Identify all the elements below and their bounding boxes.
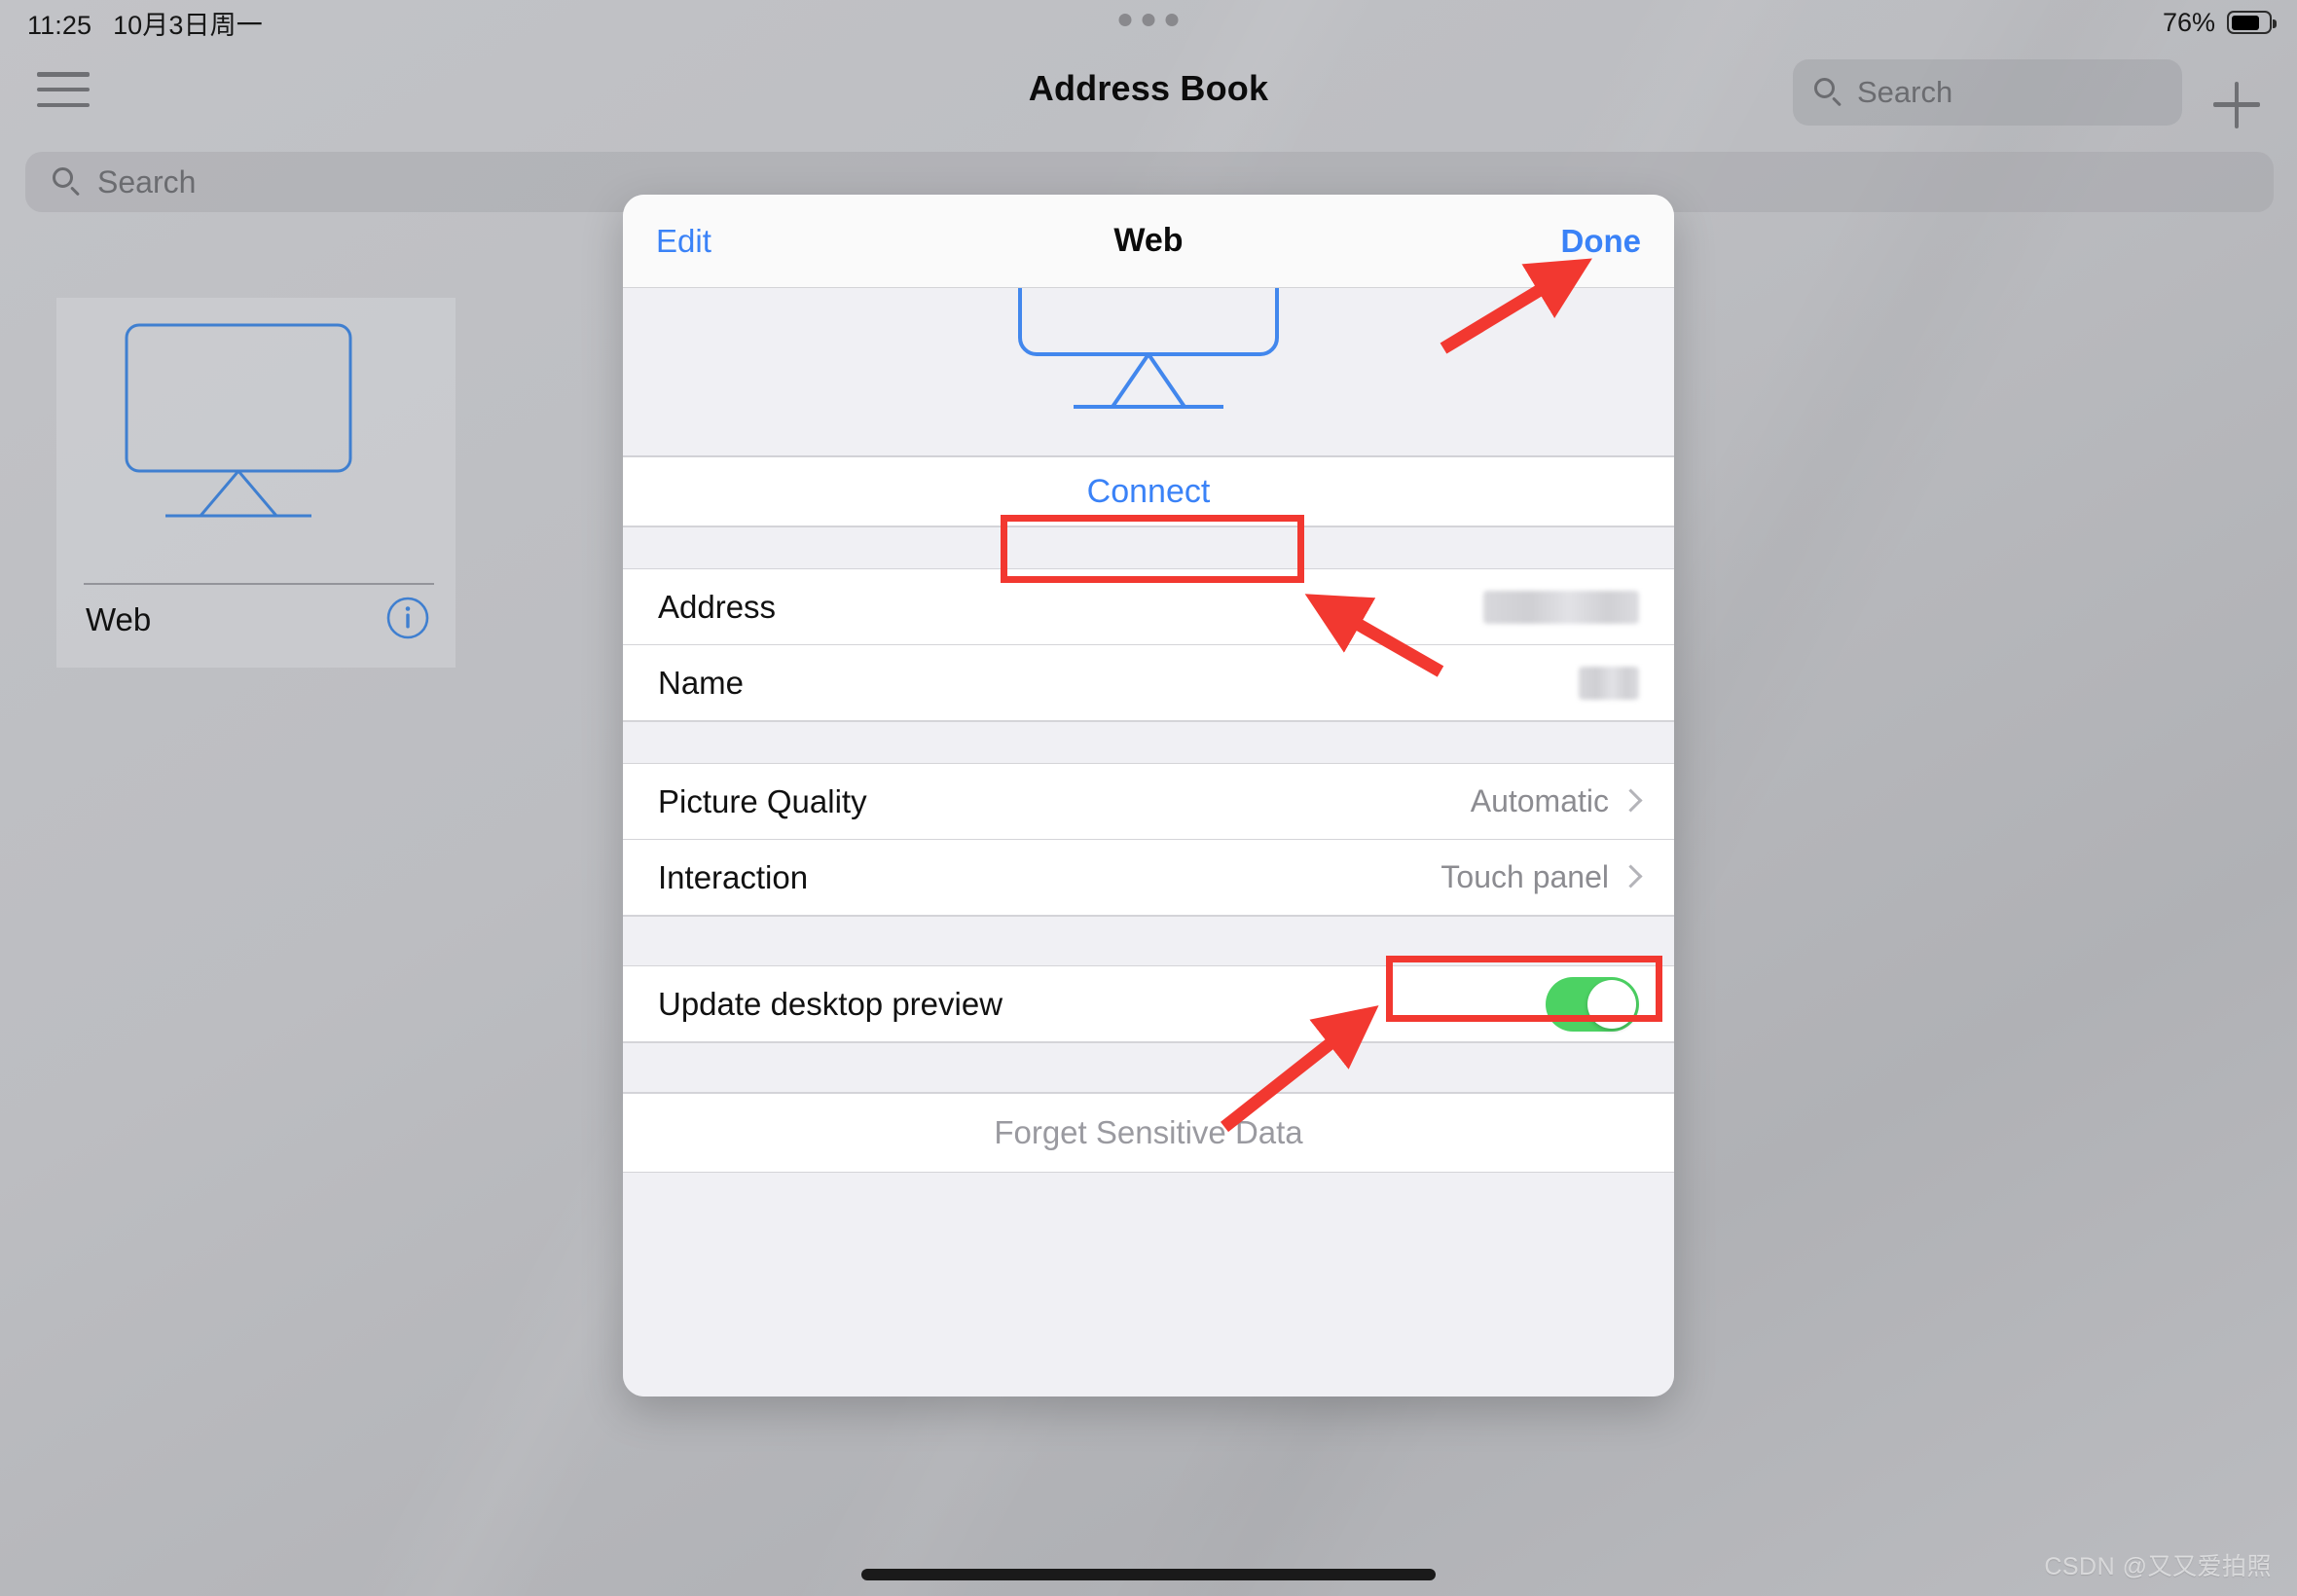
edit-button[interactable]: Edit <box>656 223 711 260</box>
modal-body: Connect Address Name Picture Quality Aut… <box>623 288 1674 1396</box>
interaction-value-group: Touch panel <box>1440 859 1643 895</box>
device-card-web[interactable]: Web <box>56 298 456 668</box>
plus-icon[interactable] <box>2213 82 2260 128</box>
name-label: Name <box>658 664 745 701</box>
search-placeholder: Search <box>97 163 197 200</box>
status-bar-right: 76% <box>2162 7 2277 38</box>
home-indicator[interactable] <box>861 1569 1436 1580</box>
forget-sensitive-data-label: Forget Sensitive Data <box>994 1114 1303 1150</box>
multitask-dots-indicator[interactable] <box>1118 14 1179 26</box>
ipad-screen: 11:25 10月3日周一 76% Address Book Search Se… <box>0 0 2297 1596</box>
address-row[interactable]: Address <box>623 569 1674 646</box>
picture-quality-value: Automatic <box>1470 783 1609 818</box>
interaction-value: Touch panel <box>1440 859 1609 894</box>
dot-2 <box>1142 14 1155 26</box>
redacted-name-value <box>1579 666 1639 700</box>
status-bar: 11:25 10月3日周一 76% <box>0 0 2297 45</box>
connect-button[interactable]: Connect <box>623 456 1674 526</box>
info-circle-icon[interactable] <box>385 596 430 640</box>
battery-icon <box>2227 11 2277 34</box>
battery-percent-label: 76% <box>2162 7 2215 37</box>
chevron-right-icon <box>1619 788 1643 813</box>
monitor-icon <box>1018 288 1279 409</box>
name-value <box>1579 666 1639 700</box>
update-desktop-preview-label: Update desktop preview <box>658 985 1003 1022</box>
section-gap-3 <box>623 916 1674 966</box>
device-preview-block <box>623 288 1674 456</box>
section-gap-1 <box>623 526 1674 569</box>
picture-quality-row[interactable]: Picture Quality Automatic <box>623 764 1674 841</box>
done-button[interactable]: Done <box>1561 223 1642 260</box>
interaction-row[interactable]: Interaction Touch panel <box>623 840 1674 916</box>
modal-header: Edit Web Done <box>623 195 1674 288</box>
app-nav-bar: Address Book Search <box>0 45 2297 144</box>
device-settings-modal: Edit Web Done Connect Address Name Pictu… <box>623 195 1674 1396</box>
toggle-knob <box>1587 979 1636 1029</box>
dot-1 <box>1118 14 1132 26</box>
watermark: CSDN @又又爱拍照 <box>2044 1553 2272 1580</box>
chevron-right-icon <box>1619 864 1643 889</box>
device-card-label: Web <box>86 601 152 637</box>
search-icon <box>53 167 82 197</box>
forget-sensitive-data-button[interactable]: Forget Sensitive Data <box>623 1093 1674 1173</box>
name-row[interactable]: Name <box>623 645 1674 721</box>
card-divider <box>84 583 434 585</box>
search-icon <box>1814 78 1843 107</box>
status-bar-left: 11:25 10月3日周一 <box>27 4 263 42</box>
picture-quality-value-group: Automatic <box>1470 783 1643 819</box>
monitor-icon <box>125 323 352 518</box>
nav-search-placeholder: Search <box>1857 75 1953 109</box>
connect-label: Connect <box>1086 472 1211 510</box>
section-gap-4 <box>623 1042 1674 1093</box>
battery-fill <box>2231 15 2259 30</box>
status-time: 11:25 <box>27 10 92 40</box>
address-value <box>1483 590 1639 624</box>
update-desktop-preview-row[interactable]: Update desktop preview <box>623 966 1674 1042</box>
dot-3 <box>1165 14 1179 26</box>
address-label: Address <box>658 588 777 625</box>
update-desktop-preview-toggle[interactable] <box>1546 976 1639 1032</box>
modal-bottom-spacer <box>623 1173 1674 1241</box>
section-gap-2 <box>623 721 1674 764</box>
redacted-address-value <box>1483 590 1639 624</box>
modal-title: Web <box>1113 222 1184 259</box>
picture-quality-label: Picture Quality <box>658 782 867 819</box>
interaction-label: Interaction <box>658 858 809 895</box>
status-date: 10月3日周一 <box>113 10 263 40</box>
nav-search-input[interactable]: Search <box>1793 59 2182 126</box>
